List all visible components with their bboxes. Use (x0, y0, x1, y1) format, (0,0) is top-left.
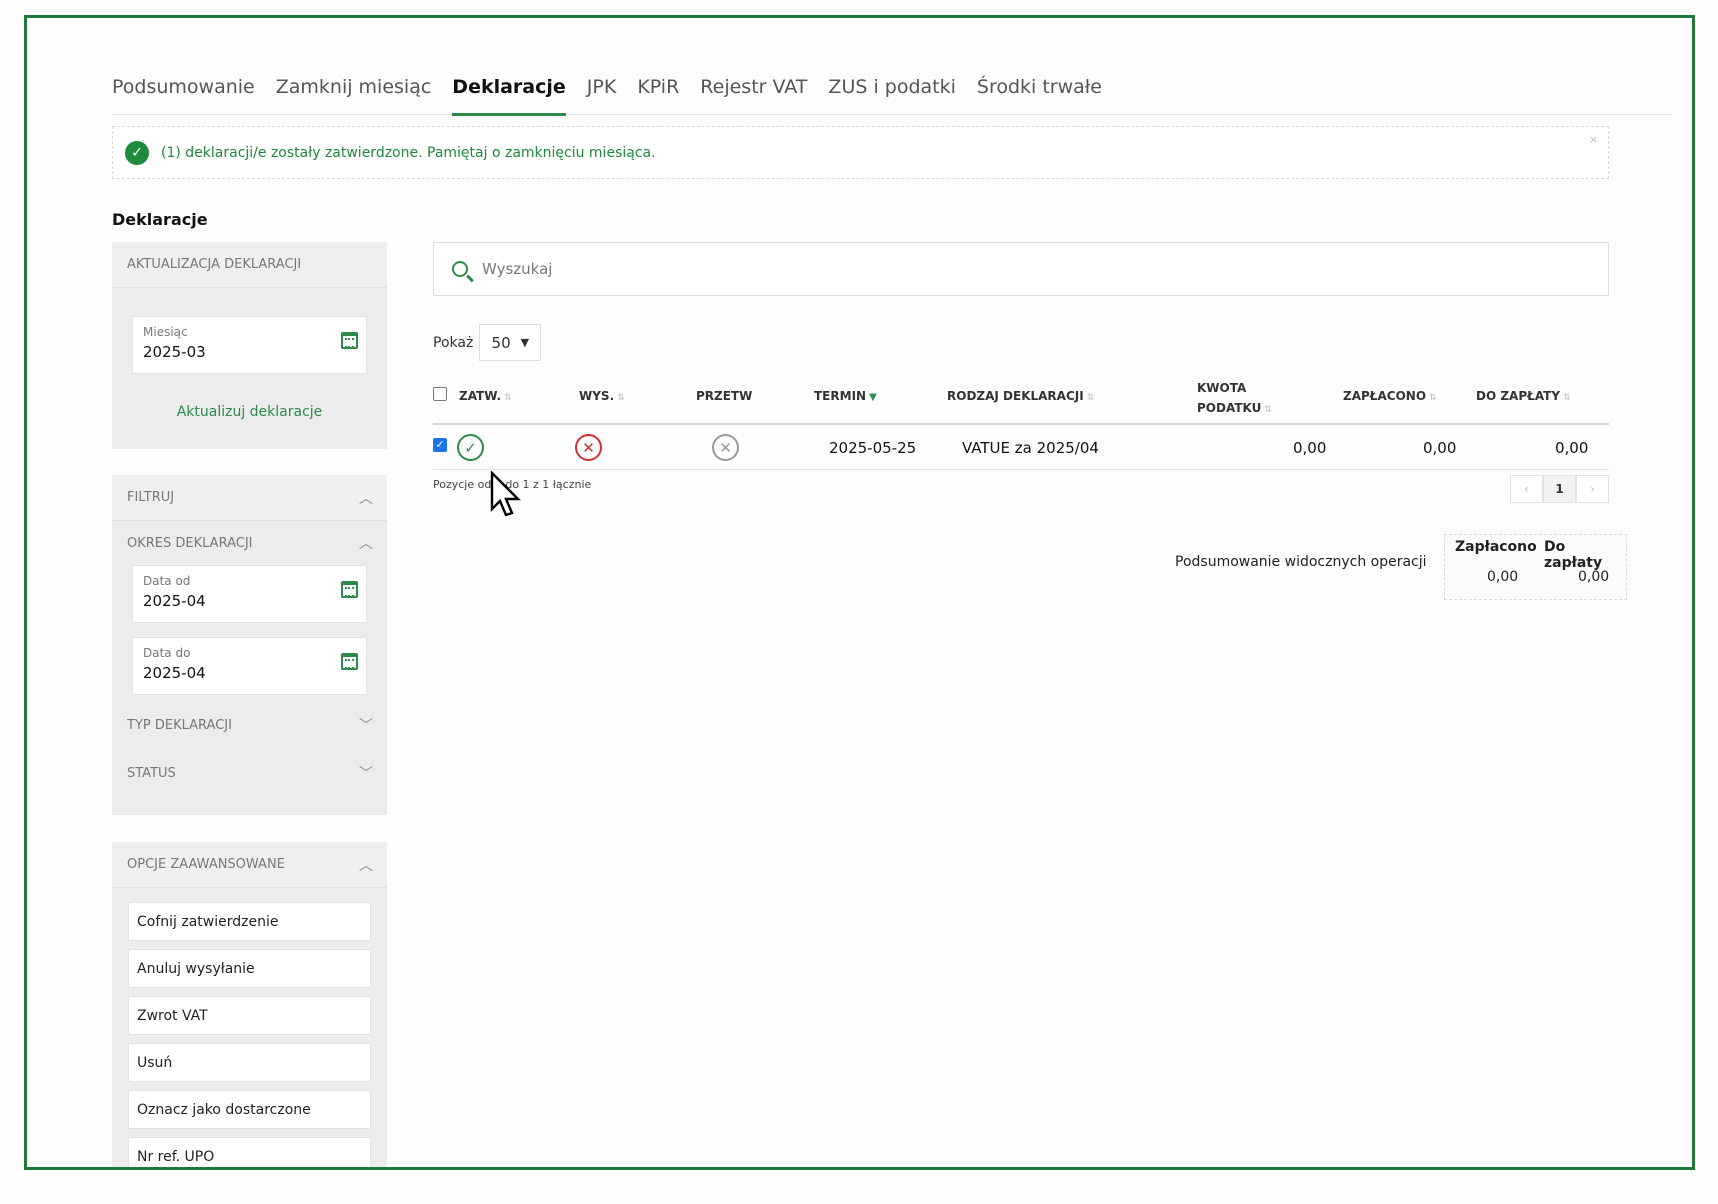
filter-panel-header[interactable]: FILTRUJ ︿ (112, 475, 387, 521)
cancel-sending-button[interactable]: Anuluj wysyłanie (128, 949, 371, 988)
upo-ref-button[interactable]: Nr ref. UPO (128, 1137, 371, 1167)
page-size-label: Pokaż (433, 334, 474, 351)
date-to-value: 2025-04 (143, 664, 206, 682)
update-panel-header: AKTUALIZACJA DEKLARACJI (112, 242, 387, 288)
summary-label: Podsumowanie widocznych operacji (1175, 554, 1427, 570)
cell-kwota: 0,00 (1293, 439, 1327, 457)
col-zaplacono[interactable]: ZAPŁACONO ⇅ (1343, 389, 1437, 403)
date-from-label: Data od (143, 574, 191, 588)
date-from-value: 2025-04 (143, 592, 206, 610)
col-wys[interactable]: WYS. ⇅ (579, 389, 625, 403)
update-panel-title: AKTUALIZACJA DEKLARACJI (127, 257, 302, 272)
check-circle-icon: ✓ (125, 140, 149, 165)
filter-panel: FILTRUJ ︿ OKRES DEKLARACJI ︿ Data od 202… (112, 475, 387, 815)
error-icon[interactable]: ✕ (575, 434, 602, 461)
page-1-button[interactable]: 1 (1543, 475, 1576, 503)
type-section-title: TYP DEKLARACJI (127, 717, 232, 733)
calendar-icon[interactable] (341, 332, 358, 349)
tab-rejestr-vat[interactable]: Rejestr VAT (700, 58, 807, 115)
tab-kpir[interactable]: KPiR (637, 58, 679, 115)
undo-approval-button[interactable]: Cofnij zatwierdzenie (128, 902, 371, 941)
cell-zaplacono: 0,00 (1423, 439, 1457, 457)
col-kwota[interactable]: KWOTA PODATKU ⇅ (1197, 378, 1272, 420)
tab-srodki-trwale[interactable]: Środki trwałe (977, 58, 1102, 115)
tab-zamknij-miesiac[interactable]: Zamknij miesiąc (276, 58, 432, 115)
cell-do-zaplaty: 0,00 (1555, 439, 1589, 457)
cell-rodzaj[interactable]: VATUE za 2025/04 (962, 439, 1099, 457)
status-section-header[interactable]: STATUS ﹀ (112, 749, 387, 797)
close-icon[interactable]: × (1589, 133, 1598, 146)
tab-jpk[interactable]: JPK (587, 58, 617, 115)
table-footer: Pozycje od 1 do 1 z 1 łącznie ‹ 1 › (433, 470, 1609, 506)
period-section-header[interactable]: OKRES DEKLARACJI ︿ (112, 521, 387, 565)
table-header: ZATW. ⇅ WYS. ⇅ PRZETW TERMIN ▼ RODZAJ DEKLA… (433, 370, 1609, 425)
update-declarations-link[interactable]: Aktualizuj deklaracje (112, 404, 387, 420)
col-termin[interactable]: TERMIN ▼ (814, 389, 877, 403)
col-zatw[interactable]: ZATW. ⇅ (459, 389, 512, 403)
search-icon (452, 261, 468, 277)
advanced-panel-title: OPCJE ZAAWANSOWANE (127, 857, 285, 872)
search-bar (433, 242, 1609, 296)
pagination: ‹ 1 › (1510, 475, 1609, 503)
app-frame: Podsumowanie Zamknij miesiąc Deklaracje … (24, 15, 1695, 1170)
next-page-button[interactable]: › (1576, 475, 1609, 503)
summary-due-value: 0,00 (1578, 569, 1610, 585)
delete-button[interactable]: Usuń (128, 1043, 371, 1082)
page-size-select[interactable]: 50 ▼ (479, 324, 542, 361)
cell-termin: 2025-05-25 (829, 439, 917, 457)
date-to-field[interactable]: Data do 2025-04 (132, 637, 367, 695)
summary-paid-header: Zapłacono (1455, 539, 1537, 555)
update-declarations-panel: AKTUALIZACJA DEKLARACJI Miesiąc 2025-03 … (112, 242, 387, 449)
chevron-up-icon[interactable]: ︿ (359, 533, 373, 553)
prev-page-button[interactable]: ‹ (1510, 475, 1543, 503)
date-from-field[interactable]: Data od 2025-04 (132, 565, 367, 623)
search-input[interactable] (482, 260, 1382, 278)
col-do-zaplaty[interactable]: DO ZAPŁATY ⇅ (1476, 389, 1571, 403)
main-tabs: Podsumowanie Zamknij miesiąc Deklaracje … (112, 58, 1672, 116)
chevron-down-icon[interactable]: ﹀ (359, 763, 373, 783)
period-section-title: OKRES DEKLARACJI (127, 535, 253, 551)
declarations-table: ZATW. ⇅ WYS. ⇅ PRZETW TERMIN ▼ RODZAJ DEKLA… (433, 370, 1609, 506)
advanced-panel-header[interactable]: OPCJE ZAAWANSOWANE ︿ (112, 842, 387, 888)
alert-message: (1) deklaracji/e zostały zatwierdzone. P… (161, 144, 656, 161)
calendar-icon[interactable] (341, 653, 358, 670)
advanced-options-panel: OPCJE ZAAWANSOWANE ︿ Cofnij zatwierdzeni… (112, 842, 387, 1167)
vat-refund-button[interactable]: Zwrot VAT (128, 996, 371, 1035)
success-alert: ✓ (1) deklaracji/e zostały zatwierdzone.… (112, 126, 1609, 179)
select-all-checkbox[interactable] (433, 387, 447, 401)
tab-deklaracje[interactable]: Deklaracje (452, 58, 567, 116)
row-checkbox[interactable]: ✓ (433, 438, 447, 452)
filter-panel-title: FILTRUJ (127, 490, 175, 505)
summary-paid-value: 0,00 (1487, 569, 1519, 585)
summary-box: Zapłacono Do zapłaty 0,00 0,00 (1444, 534, 1627, 600)
approved-icon: ✓ (457, 434, 484, 461)
tab-zus-i-podatki[interactable]: ZUS i podatki (828, 58, 955, 115)
chevron-down-icon: ▼ (520, 336, 530, 349)
month-value: 2025-03 (143, 343, 206, 361)
month-field[interactable]: Miesiąc 2025-03 (132, 316, 367, 374)
page-size-value: 50 (491, 333, 511, 352)
chevron-down-icon[interactable]: ﹀ (359, 715, 373, 735)
page-size-control: Pokaż 50 ▼ (433, 324, 542, 361)
chevron-up-icon[interactable]: ︿ (359, 488, 373, 508)
type-section-header[interactable]: TYP DEKLARACJI ﹀ (112, 701, 387, 749)
table-row[interactable]: ✓ ✓ ✕ ✕ 2025-05-25 VATUE za 2025/04 0,00… (433, 425, 1609, 470)
col-przetw: PRZETW (696, 389, 753, 403)
month-label: Miesiąc (143, 325, 188, 339)
not-processed-icon: ✕ (712, 434, 739, 461)
col-rodzaj[interactable]: RODZAJ DEKLARACJI ⇅ (947, 389, 1094, 403)
summary-due-header: Do zapłaty (1544, 539, 1603, 571)
calendar-icon[interactable] (341, 581, 358, 598)
page-title: Deklaracje (112, 210, 208, 229)
tab-podsumowanie[interactable]: Podsumowanie (112, 58, 255, 115)
status-section-title: STATUS (127, 765, 176, 781)
date-to-label: Data do (143, 646, 191, 660)
mark-delivered-button[interactable]: Oznacz jako dostarczone (128, 1090, 371, 1129)
chevron-up-icon[interactable]: ︿ (359, 855, 373, 875)
